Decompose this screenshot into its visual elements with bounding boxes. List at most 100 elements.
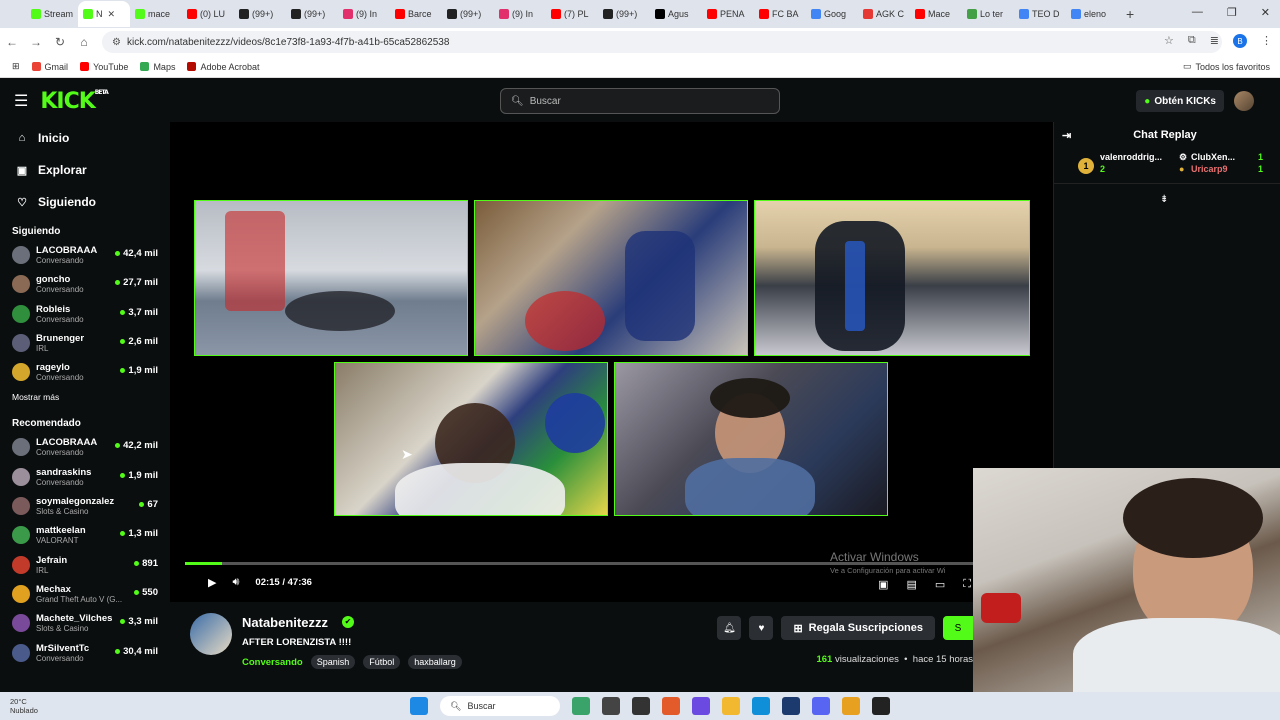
start-icon[interactable] (410, 697, 428, 715)
app-icon[interactable] (872, 697, 890, 715)
kick-logo[interactable]: KICKBETA (40, 89, 108, 114)
user-avatar[interactable] (1234, 91, 1254, 111)
browser-tab[interactable]: (7) PL (546, 1, 598, 27)
browser-tab[interactable]: Stream (26, 1, 78, 27)
profile-avatar[interactable]: B (1233, 34, 1247, 48)
browser-tab[interactable]: eleno (1066, 1, 1118, 27)
favorite-heart-icon[interactable]: ♥ (749, 616, 774, 640)
gift-subs-button[interactable]: ⊞ Regala Suscripciones (781, 616, 935, 640)
browser-tab[interactable]: AGK C (858, 1, 910, 27)
browser-tab[interactable]: Goog (806, 1, 858, 27)
gifter-name[interactable]: ClubXen... (1191, 152, 1235, 162)
browser-tab[interactable]: (9) In (338, 1, 390, 27)
close-tab-icon[interactable]: ✕ (108, 9, 116, 20)
browser-tab[interactable]: Barce (390, 1, 442, 27)
notification-bell-icon[interactable]: 🔔︎ (717, 616, 742, 640)
reload-icon[interactable]: ↻ (48, 35, 72, 49)
channel-item[interactable]: soymalegonzalez Slots & Casino 67 (0, 493, 170, 522)
browser-tab[interactable]: (99+) (598, 1, 650, 27)
stream-tag[interactable]: haxballarg (408, 655, 462, 669)
volume-icon[interactable]: 🔊︎ (232, 576, 239, 589)
seek-bar[interactable] (185, 562, 975, 565)
play-icon[interactable]: ▶ (208, 576, 216, 589)
channel-item[interactable]: Machete_Vilches Slots & Casino 3,3 mil (0, 610, 170, 639)
file-explorer-icon[interactable] (722, 697, 740, 715)
taskbar-search[interactable]: 🔍︎ Buscar (440, 696, 560, 716)
category-link[interactable]: Conversando (242, 657, 303, 668)
url-field[interactable]: ⚙ kick.com/natabenitezzz/videos/8c1e73f8… (102, 31, 1222, 53)
browser-tab[interactable]: (99+) (286, 1, 338, 27)
streamer-avatar[interactable] (190, 613, 232, 655)
weather-widget[interactable]: 20°C Nublado (10, 697, 38, 715)
browser-tab[interactable]: Lo ter (962, 1, 1014, 27)
gifter-name[interactable]: valenroddrig... (1100, 152, 1162, 162)
all-bookmarks[interactable]: ▭ Todos los favoritos (1183, 61, 1270, 72)
get-kicks-button[interactable]: ● Obtén KICKs (1136, 90, 1224, 112)
video-player[interactable]: Activar Windows Ve a Configuración para … (170, 122, 1053, 602)
theater-mode-icon[interactable]: ▭ (935, 578, 945, 591)
store-icon[interactable] (782, 697, 800, 715)
forward-icon[interactable]: → (24, 35, 48, 49)
show-more-link[interactable]: Mostrar más (0, 392, 170, 410)
sidebar-nav-inicio[interactable]: ⌂ Inicio (0, 122, 170, 154)
office-icon[interactable] (662, 697, 680, 715)
reading-list-icon[interactable]: ≣ (1210, 34, 1219, 48)
bookmark-item[interactable]: Maps (140, 62, 175, 72)
browser-tab[interactable]: (0) LU (182, 1, 234, 27)
streamer-name[interactable]: Natabenitezzz (242, 615, 328, 630)
channel-item[interactable]: goncho Conversando 27,7 mil (0, 271, 170, 300)
browser-tab[interactable]: (9) In (494, 1, 546, 27)
collapse-chat-icon[interactable]: ⇥ (1062, 129, 1071, 142)
bookmark-item[interactable]: Adobe Acrobat (187, 62, 260, 72)
channel-item[interactable]: LACOBRAAA Conversando 42,2 mil (0, 434, 170, 463)
browser-tab[interactable]: PENA (702, 1, 754, 27)
close-window-icon[interactable]: ✕ (1261, 6, 1270, 19)
chrome-icon[interactable] (842, 697, 860, 715)
browser-tab[interactable]: mace (130, 1, 182, 27)
stream-tag[interactable]: Spanish (310, 655, 356, 669)
browser-tab[interactable]: Agus (650, 1, 702, 27)
gifter-name[interactable]: Uricarp9 (1191, 164, 1228, 174)
home-icon[interactable]: ⌂ (72, 35, 96, 49)
bookmark-item[interactable]: Gmail (31, 62, 68, 72)
channel-item[interactable]: MrSilventTc Conversando 30,4 mil (0, 640, 170, 669)
channel-item[interactable]: LACOBRAAA Conversando 42,4 mil (0, 242, 170, 271)
search-input[interactable]: 🔍︎ Buscar (500, 88, 780, 114)
new-tab-button[interactable]: + (1126, 6, 1134, 22)
channel-item[interactable]: sandraskins Conversando 1,9 mil (0, 464, 170, 493)
extensions-icon[interactable]: ⧉ (1188, 34, 1196, 48)
browser-tab[interactable]: TEO D (1014, 1, 1066, 27)
channel-item[interactable]: rageylo Conversando 1,9 mil (0, 359, 170, 388)
browser-tab[interactable]: (99+) (234, 1, 286, 27)
fullscreen-icon[interactable]: ⛶ (963, 578, 971, 591)
clip-icon[interactable]: ▤ (906, 578, 916, 591)
menu-icon[interactable]: ⋮ (1261, 34, 1272, 48)
browser-tab[interactable]: FC BA (754, 1, 806, 27)
apps-icon[interactable]: ⊞ (12, 61, 20, 72)
snipping-tool-icon[interactable] (632, 697, 650, 715)
browser-tab[interactable]: N ✕ (78, 1, 130, 27)
channel-item[interactable]: Brunenger IRL 2,6 mil (0, 330, 170, 359)
bookmark-star-icon[interactable]: ☆ (1164, 34, 1174, 48)
miniplayer-icon[interactable]: ▣ (878, 578, 888, 591)
menu-hamburger-icon[interactable]: ☰ (14, 91, 28, 111)
channel-item[interactable]: mattkeelan VALORANT 1,3 mil (0, 522, 170, 551)
restore-icon[interactable]: ❐ (1227, 6, 1237, 19)
discord-icon[interactable] (812, 697, 830, 715)
subscribe-button[interactable]: S (943, 616, 973, 640)
sidebar-nav-explorar[interactable]: ▣ Explorar (0, 154, 170, 186)
widgets-icon[interactable] (572, 697, 590, 715)
sidebar-nav-siguiendo[interactable]: ♡ Siguiendo (0, 186, 170, 218)
task-view-icon[interactable] (602, 697, 620, 715)
channel-item[interactable]: Jefrain IRL 891 (0, 552, 170, 581)
browser-tab[interactable]: Mace (910, 1, 962, 27)
back-icon[interactable]: ← (0, 35, 24, 49)
minimize-icon[interactable]: — (1192, 6, 1203, 19)
site-info-icon[interactable]: ⚙ (112, 37, 121, 48)
teams-icon[interactable] (692, 697, 710, 715)
channel-item[interactable]: Mechax Grand Theft Auto V (G... 550 (0, 581, 170, 610)
channel-item[interactable]: Robleis Conversando 3,7 mil (0, 301, 170, 330)
bookmark-item[interactable]: YouTube (80, 62, 128, 72)
expand-gifters-icon[interactable]: ⇟ (1160, 194, 1168, 205)
browser-tab[interactable]: (99+) (442, 1, 494, 27)
